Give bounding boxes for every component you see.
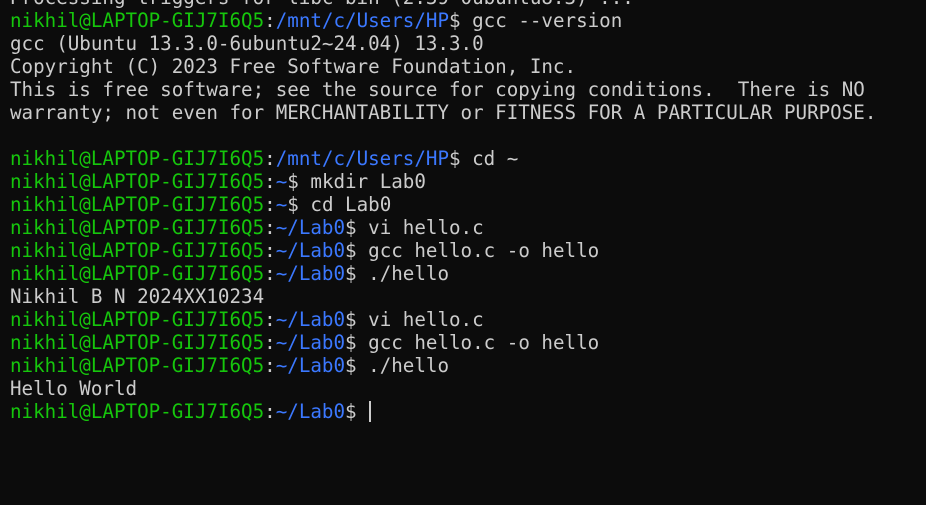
command-text: vi hello.c	[356, 216, 484, 239]
command-text: ./hello	[356, 262, 450, 285]
output-text: gcc (Ubuntu 13.3.0-6ubuntu2~24.04) 13.3.…	[10, 32, 484, 55]
prompt-user-host: nikhil@LAPTOP-GIJ7I6Q5	[10, 308, 265, 331]
output-line: warranty; not even for MERCHANTABILITY o…	[10, 101, 926, 124]
command-text: cd ~	[460, 147, 519, 170]
prompt-line: nikhil@LAPTOP-GIJ7I6Q5:~/Lab0$ gcc hello…	[10, 331, 926, 354]
prompt-dollar: $	[345, 400, 357, 423]
terminal-window[interactable]: Processing triggers for libc-bin (2.39-0…	[0, 0, 926, 505]
prompt-colon: :	[264, 354, 276, 377]
output-line: Processing triggers for libc-bin (2.39-0…	[10, 0, 926, 9]
prompt-user-host: nikhil@LAPTOP-GIJ7I6Q5	[10, 147, 265, 170]
prompt-dollar: $	[449, 9, 461, 32]
output-text: Copyright (C) 2023 Free Software Foundat…	[10, 55, 577, 78]
prompt-path: ~	[275, 193, 288, 216]
prompt-user-host: nikhil@LAPTOP-GIJ7I6Q5	[10, 239, 265, 262]
prompt-path: ~/Lab0	[275, 331, 346, 354]
prompt-dollar: $	[345, 331, 357, 354]
output-text: This is free software; see the source fo…	[10, 78, 865, 101]
prompt-colon: :	[264, 400, 276, 423]
command-text: gcc --version	[460, 9, 623, 32]
prompt-path: ~	[275, 170, 288, 193]
command-text: gcc hello.c -o hello	[356, 239, 600, 262]
command-input[interactable]	[357, 400, 369, 423]
prompt-user-host: nikhil@LAPTOP-GIJ7I6Q5	[10, 400, 265, 423]
prompt-user-host: nikhil@LAPTOP-GIJ7I6Q5	[10, 354, 265, 377]
prompt-colon: :	[264, 193, 276, 216]
prompt-line: nikhil@LAPTOP-GIJ7I6Q5:~/Lab0$ ./hello	[10, 354, 926, 377]
output-text: Nikhil B N 2024XX10234	[10, 285, 265, 308]
prompt-colon: :	[264, 147, 276, 170]
prompt-dollar: $	[345, 262, 357, 285]
prompt-path: ~/Lab0	[275, 308, 346, 331]
prompt-line: nikhil@LAPTOP-GIJ7I6Q5:~/Lab0$	[10, 400, 926, 423]
prompt-line: nikhil@LAPTOP-GIJ7I6Q5:~/Lab0$ ./hello	[10, 262, 926, 285]
prompt-user-host: nikhil@LAPTOP-GIJ7I6Q5	[10, 170, 265, 193]
command-text: vi hello.c	[356, 308, 484, 331]
output-line: gcc (Ubuntu 13.3.0-6ubuntu2~24.04) 13.3.…	[10, 32, 926, 55]
prompt-dollar: $	[287, 193, 299, 216]
prompt-dollar: $	[345, 239, 357, 262]
prompt-line: nikhil@LAPTOP-GIJ7I6Q5:/mnt/c/Users/HP$ …	[10, 9, 926, 32]
prompt-colon: :	[264, 262, 276, 285]
prompt-line: nikhil@LAPTOP-GIJ7I6Q5:~/Lab0$ vi hello.…	[10, 308, 926, 331]
command-text: gcc hello.c -o hello	[356, 331, 600, 354]
terminal-output: Processing triggers for libc-bin (2.39-0…	[10, 0, 926, 423]
text-cursor	[369, 401, 372, 422]
prompt-colon: :	[264, 331, 276, 354]
prompt-dollar: $	[287, 170, 299, 193]
output-text: Processing triggers for libc-bin (2.39-0…	[10, 0, 634, 9]
prompt-path: /mnt/c/Users/HP	[275, 147, 449, 170]
output-line: Copyright (C) 2023 Free Software Foundat…	[10, 55, 926, 78]
prompt-colon: :	[264, 308, 276, 331]
prompt-path: ~/Lab0	[275, 239, 346, 262]
prompt-user-host: nikhil@LAPTOP-GIJ7I6Q5	[10, 262, 265, 285]
output-line: This is free software; see the source fo…	[10, 78, 926, 101]
command-text: ./hello	[356, 354, 450, 377]
prompt-colon: :	[264, 9, 276, 32]
prompt-colon: :	[264, 170, 276, 193]
prompt-colon: :	[264, 216, 276, 239]
prompt-line: nikhil@LAPTOP-GIJ7I6Q5:~/Lab0$ vi hello.…	[10, 216, 926, 239]
prompt-colon: :	[264, 239, 276, 262]
prompt-dollar: $	[345, 308, 357, 331]
prompt-user-host: nikhil@LAPTOP-GIJ7I6Q5	[10, 331, 265, 354]
prompt-dollar: $	[345, 216, 357, 239]
output-text: warranty; not even for MERCHANTABILITY o…	[10, 101, 877, 124]
prompt-dollar: $	[449, 147, 461, 170]
prompt-line: nikhil@LAPTOP-GIJ7I6Q5:/mnt/c/Users/HP$ …	[10, 147, 926, 170]
output-text: Hello World	[10, 377, 138, 400]
prompt-path: ~/Lab0	[275, 262, 346, 285]
prompt-path: /mnt/c/Users/HP	[275, 9, 449, 32]
prompt-path: ~/Lab0	[275, 216, 346, 239]
prompt-path: ~/Lab0	[275, 354, 346, 377]
prompt-user-host: nikhil@LAPTOP-GIJ7I6Q5	[10, 216, 265, 239]
prompt-dollar: $	[345, 354, 357, 377]
command-text: mkdir Lab0	[298, 170, 426, 193]
prompt-user-host: nikhil@LAPTOP-GIJ7I6Q5	[10, 9, 265, 32]
prompt-path: ~/Lab0	[275, 400, 346, 423]
command-text: cd Lab0	[298, 193, 392, 216]
prompt-line: nikhil@LAPTOP-GIJ7I6Q5:~$ mkdir Lab0	[10, 170, 926, 193]
prompt-line: nikhil@LAPTOP-GIJ7I6Q5:~$ cd Lab0	[10, 193, 926, 216]
output-line: Nikhil B N 2024XX10234	[10, 285, 926, 308]
output-line: Hello World	[10, 377, 926, 400]
prompt-line: nikhil@LAPTOP-GIJ7I6Q5:~/Lab0$ gcc hello…	[10, 239, 926, 262]
prompt-user-host: nikhil@LAPTOP-GIJ7I6Q5	[10, 193, 265, 216]
